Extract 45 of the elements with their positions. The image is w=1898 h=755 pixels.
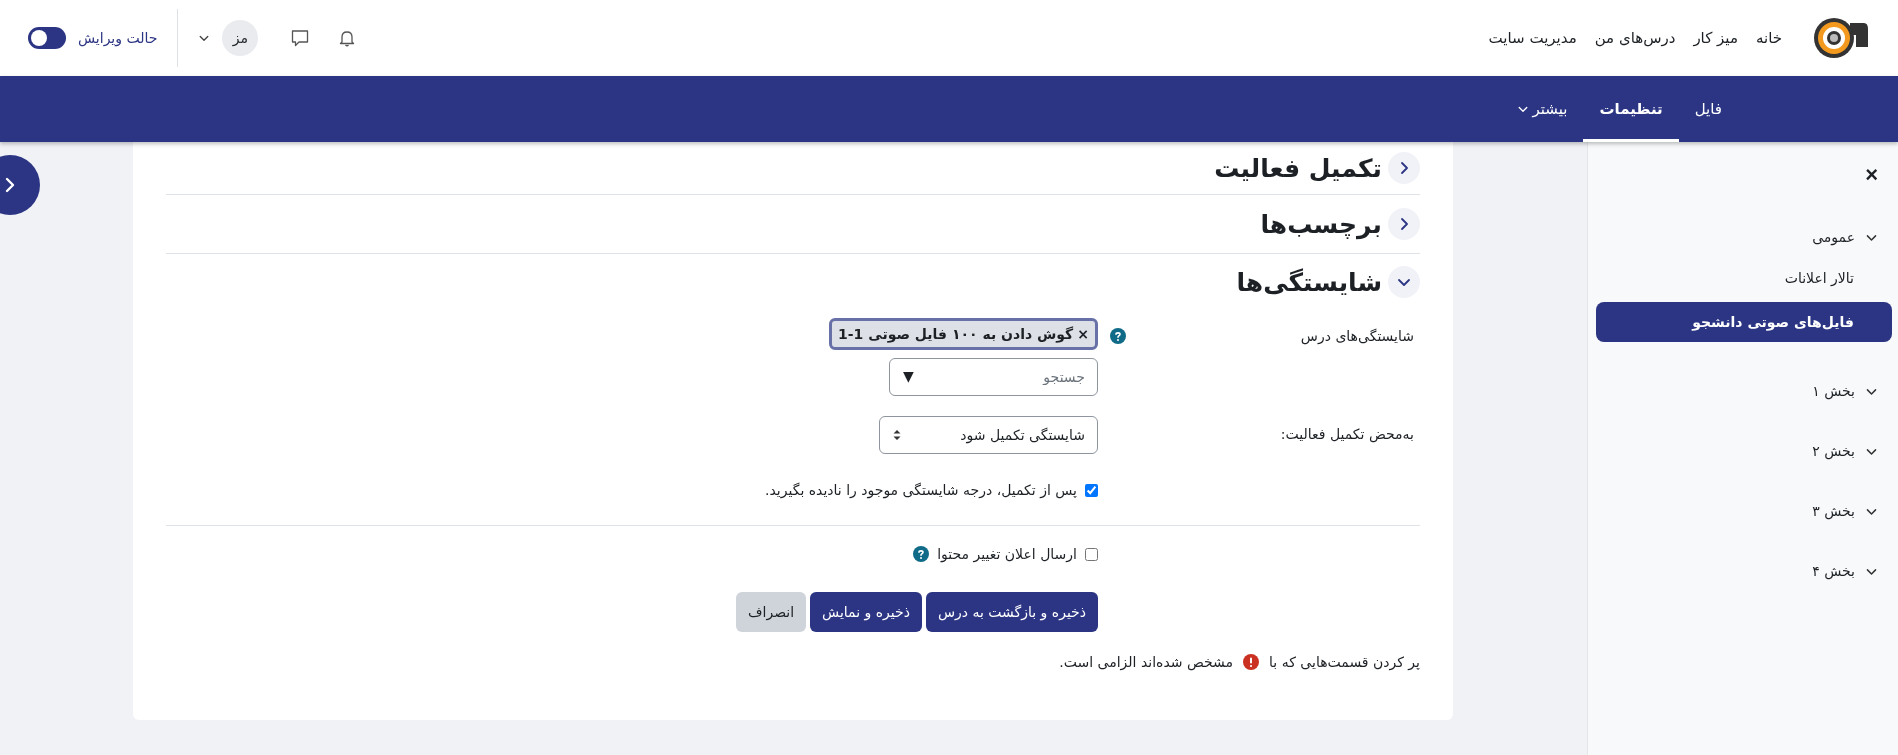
sort-arrows-icon bbox=[892, 428, 902, 442]
save-button[interactable]: ذخیره و نمایش bbox=[810, 592, 922, 632]
section-heading: تکمیل فعالیت bbox=[1214, 153, 1382, 183]
checkbox[interactable] bbox=[1085, 547, 1098, 561]
checkbox[interactable] bbox=[1085, 483, 1098, 497]
tab[interactable]: بیشتر bbox=[1500, 76, 1584, 142]
checkbox-label: پس از تکمیل، درجه شایستگی موجود را نادیده بگیرید. bbox=[765, 482, 1077, 498]
selected-tag[interactable]: × گوش دادن به ۱۰۰ فایل صوتی 1-1 bbox=[829, 318, 1098, 350]
section-link[interactable]: عمومی bbox=[1812, 229, 1855, 245]
section-heading: برچسب‌ها bbox=[1260, 209, 1382, 239]
close-button[interactable]: × bbox=[1865, 162, 1878, 188]
nav-link[interactable]: مدیریت سایت bbox=[1488, 29, 1577, 47]
expand-button[interactable] bbox=[1388, 152, 1420, 184]
activity-link[interactable]: فایل‌های صوتی دانشجو bbox=[1596, 302, 1892, 342]
required-note: مشخص شده‌اند الزامی است. bbox=[1059, 654, 1234, 670]
messages-icon[interactable] bbox=[290, 28, 311, 48]
nav-link[interactable]: میز کار bbox=[1693, 29, 1738, 47]
section-link[interactable]: بخش ۴ bbox=[1812, 563, 1855, 579]
activity-link[interactable]: تالار اعلانات bbox=[1596, 258, 1892, 298]
tab[interactable]: فایل bbox=[1678, 76, 1738, 142]
help-icon[interactable] bbox=[913, 546, 930, 562]
expand-button[interactable] bbox=[1388, 266, 1420, 298]
dropdown-arrow: ▼ bbox=[903, 368, 914, 384]
save-button[interactable]: ذخیره و بازگشت به درس bbox=[925, 592, 1098, 632]
remove-icon[interactable]: × bbox=[1077, 326, 1089, 342]
section-link[interactable]: بخش ۱ bbox=[1812, 383, 1855, 399]
edit-mode-toggle[interactable] bbox=[28, 27, 66, 49]
section-link[interactable]: بخش ۲ bbox=[1812, 443, 1855, 459]
required-icon bbox=[1243, 654, 1260, 670]
tag-label: گوش دادن به ۱۰۰ فایل صوتی 1-1 bbox=[838, 326, 1074, 342]
expand-button[interactable] bbox=[1388, 208, 1420, 240]
field-label: به‌محض تکمیل فعالیت: bbox=[1280, 425, 1414, 442]
user-avatar[interactable]: مز bbox=[222, 20, 259, 56]
nav-link[interactable]: خانه bbox=[1755, 29, 1782, 47]
nav-link[interactable]: درس‌های من bbox=[1594, 29, 1676, 47]
section-link[interactable]: بخش ۳ bbox=[1812, 503, 1855, 519]
section-heading: شایستگی‌ها bbox=[1236, 267, 1382, 297]
checkbox-label: ارسال اعلان تغییر محتوا bbox=[937, 546, 1077, 562]
edit-mode-label: حالت ویرایش bbox=[78, 30, 158, 46]
cancel-button[interactable]: انصراف bbox=[736, 592, 807, 632]
help-icon[interactable] bbox=[1110, 328, 1126, 344]
required-note: پر کردن قسمت‌هایی که با bbox=[1269, 654, 1420, 670]
field-label: شایستگی‌های درس bbox=[1300, 327, 1414, 344]
notification-bell-icon[interactable] bbox=[338, 29, 357, 47]
select-field[interactable]: شایستگی تکمیل شود bbox=[879, 416, 1098, 454]
